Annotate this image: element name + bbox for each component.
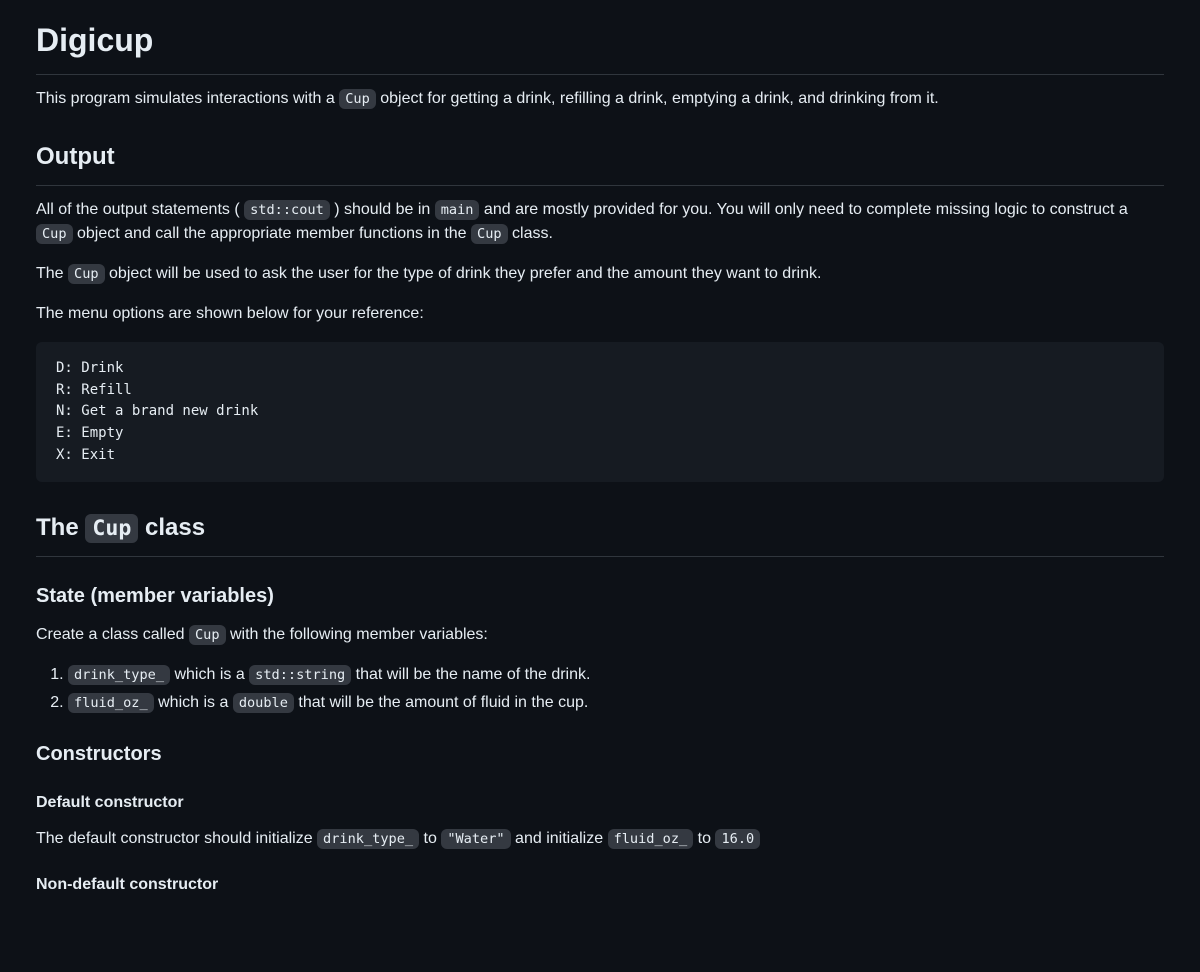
text: The default constructor should initializ… — [36, 830, 317, 847]
code-fluid-oz: fluid_oz_ — [68, 693, 154, 713]
text: This program simulates interactions with… — [36, 90, 339, 107]
text: class — [138, 514, 205, 541]
code-water: "Water" — [441, 829, 510, 849]
code-stdcout: std::cout — [244, 200, 330, 220]
code-fluid-oz: fluid_oz_ — [608, 829, 694, 849]
text: to — [693, 830, 715, 847]
code-drink-type: drink_type_ — [68, 665, 170, 685]
state-paragraph: Create a class called Cup with the follo… — [36, 623, 1164, 647]
output-p3: The menu options are shown below for you… — [36, 302, 1164, 326]
code-cup: Cup — [189, 625, 226, 645]
document-root: Digicup This program simulates interacti… — [0, 0, 1200, 945]
text: class. — [508, 225, 553, 242]
default-ctor-paragraph: The default constructor should initializ… — [36, 827, 1164, 851]
code-cup: Cup — [68, 264, 105, 284]
text: ) should be in — [330, 201, 435, 218]
text: The — [36, 265, 68, 282]
code-stdstring: std::string — [249, 665, 351, 685]
text: that will be the name of the drink. — [351, 666, 590, 683]
text: All of the output statements ( — [36, 201, 244, 218]
text: object will be used to ask the user for … — [105, 265, 822, 282]
code-cup: Cup — [85, 514, 138, 543]
code-cup: Cup — [339, 89, 376, 109]
code-drink-type: drink_type_ — [317, 829, 419, 849]
text: which is a — [154, 694, 233, 711]
menu-code-block: D: Drink R: Refill N: Get a brand new dr… — [36, 342, 1164, 482]
code-double: double — [233, 693, 294, 713]
member-variable-list: drink_type_ which is a std::string that … — [36, 663, 1164, 715]
text: and initialize — [511, 830, 608, 847]
text: which is a — [170, 666, 249, 683]
default-ctor-heading: Default constructor — [36, 791, 1164, 815]
code-16: 16.0 — [715, 829, 760, 849]
text: and are mostly provided for you. You wil… — [479, 201, 1127, 218]
list-item: fluid_oz_ which is a double that will be… — [68, 691, 1164, 715]
page-title: Digicup — [36, 16, 1164, 75]
output-heading: Output — [36, 139, 1164, 186]
text: The — [36, 514, 85, 541]
text: to — [419, 830, 441, 847]
list-item: drink_type_ which is a std::string that … — [68, 663, 1164, 687]
text: with the following member variables: — [226, 626, 488, 643]
state-heading: State (member variables) — [36, 581, 1164, 611]
code-cup: Cup — [471, 224, 508, 244]
text: Create a class called — [36, 626, 189, 643]
code-cup: Cup — [36, 224, 73, 244]
constructors-heading: Constructors — [36, 739, 1164, 769]
intro-paragraph: This program simulates interactions with… — [36, 87, 1164, 111]
output-p2: The Cup object will be used to ask the u… — [36, 262, 1164, 286]
text: object for getting a drink, refilling a … — [376, 90, 939, 107]
code-main: main — [435, 200, 480, 220]
nondefault-ctor-heading: Non-default constructor — [36, 873, 1164, 897]
output-p1: All of the output statements ( std::cout… — [36, 198, 1164, 246]
cup-class-heading: The Cup class — [36, 510, 1164, 557]
text: object and call the appropriate member f… — [73, 225, 471, 242]
text: that will be the amount of fluid in the … — [294, 694, 588, 711]
